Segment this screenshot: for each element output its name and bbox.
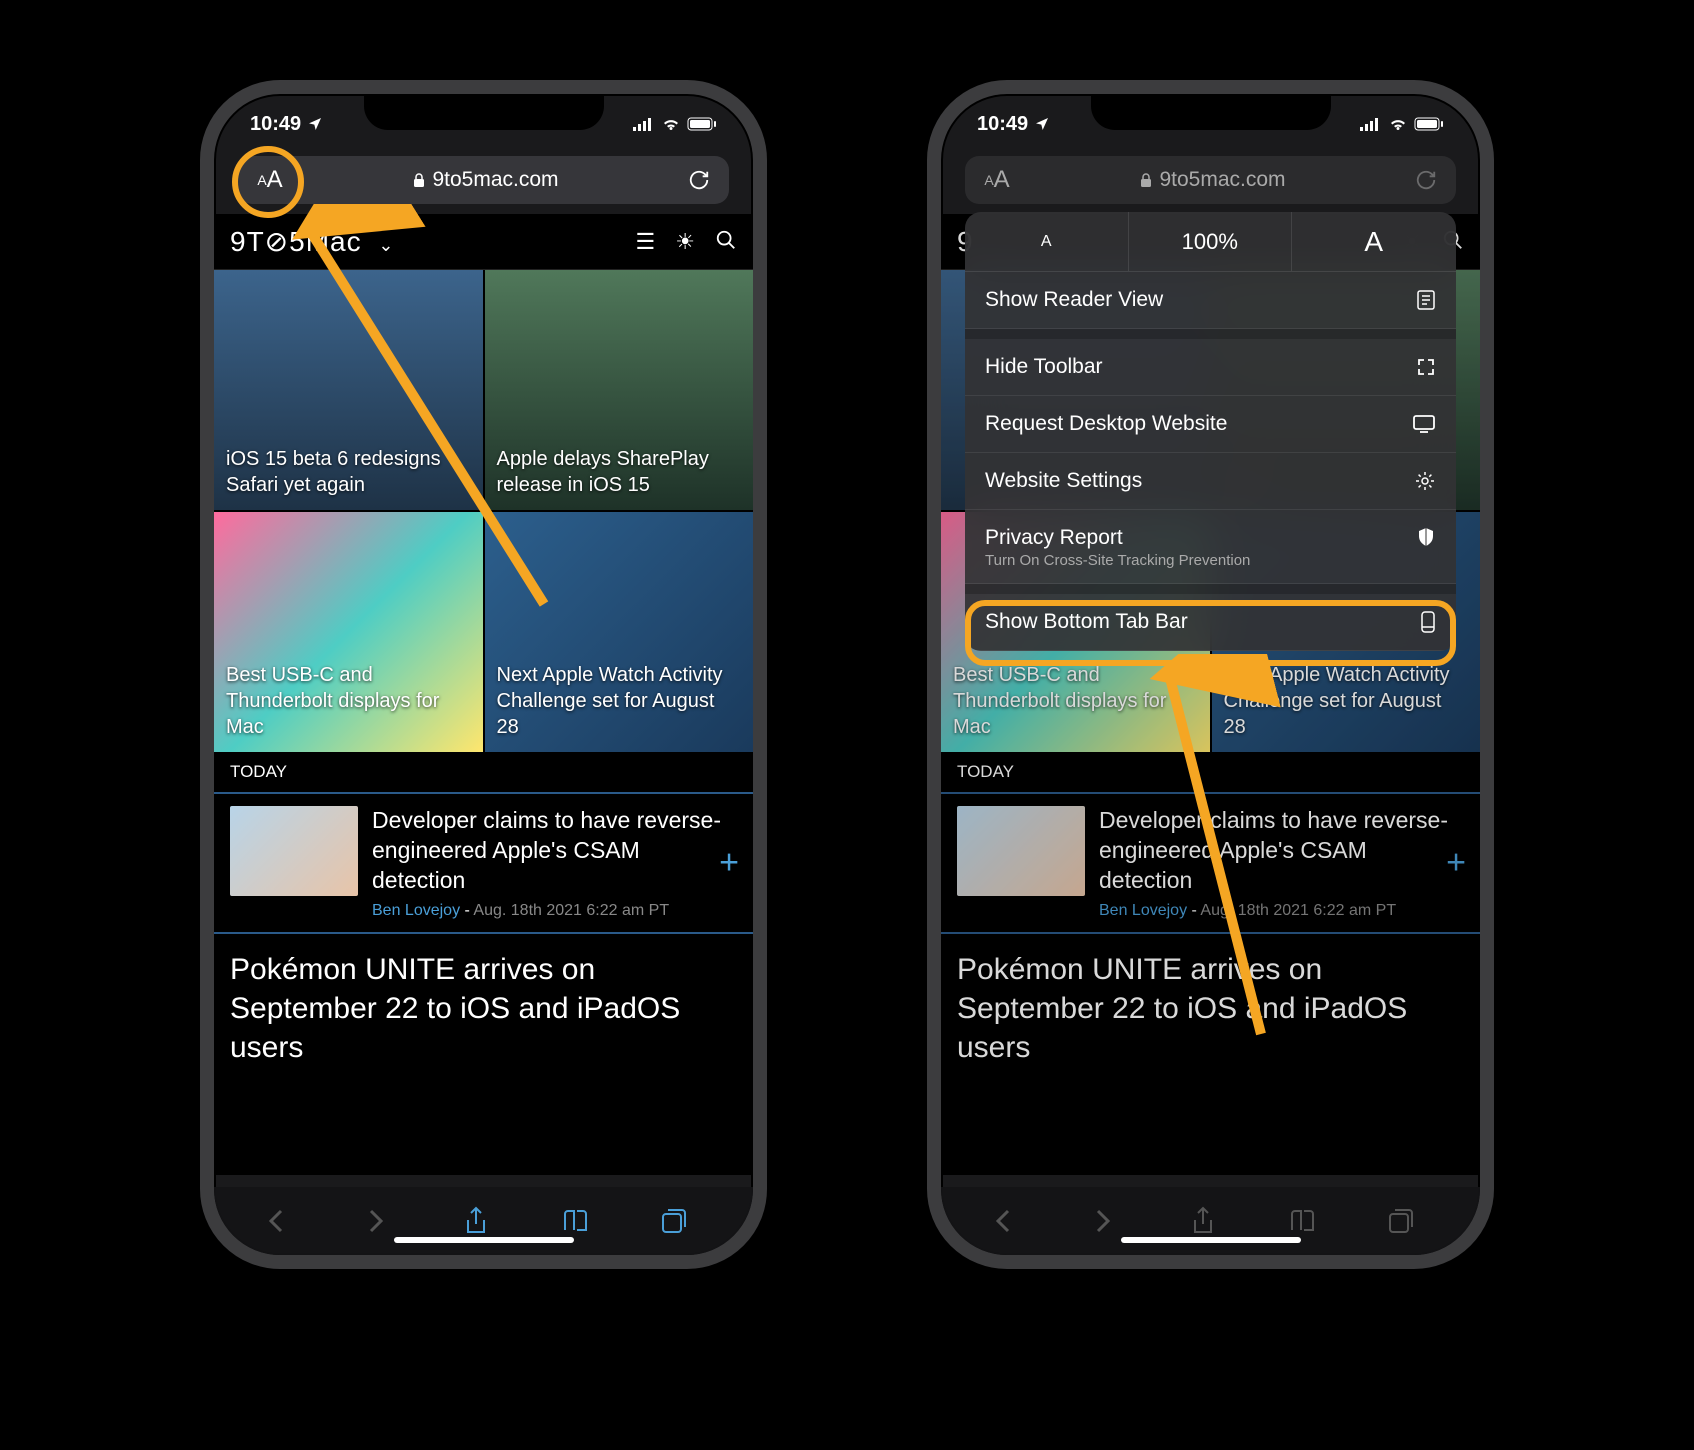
sun-icon[interactable]: ☀ bbox=[675, 229, 695, 255]
article-byline: Ben Lovejoy - Aug. 18th 2021 6:22 am PT bbox=[372, 902, 737, 920]
back-button[interactable] bbox=[267, 1207, 307, 1235]
section-label: TODAY bbox=[214, 752, 753, 792]
gear-icon bbox=[1414, 470, 1436, 492]
annotation-arrow bbox=[284, 204, 584, 624]
safari-toolbar bbox=[941, 1187, 1480, 1255]
reload-button[interactable] bbox=[1396, 169, 1456, 191]
status-time: 10:49 bbox=[250, 113, 301, 136]
text-size-aa-button[interactable]: AA bbox=[965, 166, 1029, 194]
share-button[interactable] bbox=[1190, 1206, 1230, 1236]
forward-button[interactable] bbox=[1092, 1207, 1132, 1235]
phone-mockup-left: 10:49 AA 9to5mac.com bbox=[200, 80, 767, 1269]
menu-item-website-settings[interactable]: Website Settings bbox=[965, 453, 1456, 510]
tabs-button[interactable] bbox=[660, 1207, 700, 1235]
menu-item-hide-toolbar[interactable]: Hide Toolbar bbox=[965, 339, 1456, 396]
bookmarks-button[interactable] bbox=[1289, 1208, 1329, 1234]
add-button[interactable]: + bbox=[719, 843, 739, 882]
zoom-in-button[interactable]: A bbox=[1292, 212, 1456, 271]
signal-bars-icon bbox=[633, 117, 655, 131]
article-title: Developer claims to have reverse-enginee… bbox=[372, 806, 737, 896]
battery-full-icon bbox=[687, 117, 717, 131]
menu-item-privacy-report[interactable]: Privacy Report Turn On Cross-Site Tracki… bbox=[965, 510, 1456, 584]
article-thumbnail bbox=[957, 806, 1085, 896]
lock-icon bbox=[412, 172, 426, 188]
expand-icon bbox=[1416, 357, 1436, 377]
bookmarks-button[interactable] bbox=[562, 1208, 602, 1234]
location-arrow-icon bbox=[1034, 116, 1050, 132]
zoom-controls: A 100% A bbox=[965, 212, 1456, 272]
status-time: 10:49 bbox=[977, 113, 1028, 136]
reader-icon bbox=[1416, 289, 1436, 311]
tabs-button[interactable] bbox=[1387, 1207, 1427, 1235]
annotation-highlight-rect bbox=[965, 600, 1456, 666]
zoom-level-display[interactable]: 100% bbox=[1129, 212, 1293, 271]
article-thumbnail bbox=[230, 806, 358, 896]
location-arrow-icon bbox=[307, 116, 323, 132]
address-bar-url[interactable]: 9to5mac.com bbox=[302, 168, 669, 192]
headline[interactable]: Pokémon UNITE arrives on September 22 to… bbox=[214, 934, 753, 1083]
iphone-notch bbox=[364, 94, 604, 130]
back-button[interactable] bbox=[994, 1207, 1034, 1235]
annotation-arrow bbox=[1121, 654, 1321, 1054]
phone-mockup-right: 10:49 AA 9to5mac.com bbox=[927, 80, 1494, 1269]
home-indicator[interactable] bbox=[1121, 1237, 1301, 1243]
signal-bars-icon bbox=[1360, 117, 1382, 131]
article-card[interactable]: Developer claims to have reverse-enginee… bbox=[214, 792, 753, 934]
share-button[interactable] bbox=[463, 1206, 503, 1236]
text-size-popover-menu: A 100% A Show Reader View Hide Toolbar R… bbox=[965, 212, 1456, 651]
forward-button[interactable] bbox=[365, 1207, 405, 1235]
address-bar-url[interactable]: 9to5mac.com bbox=[1029, 168, 1396, 192]
wifi-icon bbox=[661, 117, 681, 131]
hamburger-icon[interactable]: ☰ bbox=[636, 229, 656, 255]
reload-button[interactable] bbox=[669, 169, 729, 191]
zoom-out-button[interactable]: A bbox=[965, 212, 1129, 271]
lock-icon bbox=[1139, 172, 1153, 188]
monitor-icon bbox=[1412, 414, 1436, 434]
menu-item-reader-view[interactable]: Show Reader View bbox=[965, 272, 1456, 329]
magnify-icon[interactable] bbox=[715, 229, 737, 255]
iphone-notch bbox=[1091, 94, 1331, 130]
wifi-icon bbox=[1388, 117, 1408, 131]
menu-item-request-desktop[interactable]: Request Desktop Website bbox=[965, 396, 1456, 453]
shield-icon bbox=[1416, 526, 1436, 548]
add-button[interactable]: + bbox=[1446, 843, 1466, 882]
safari-address-bar: AA 9to5mac.com bbox=[238, 156, 729, 204]
home-indicator[interactable] bbox=[394, 1237, 574, 1243]
safari-address-bar: AA 9to5mac.com bbox=[965, 156, 1456, 204]
battery-full-icon bbox=[1414, 117, 1444, 131]
safari-toolbar bbox=[214, 1187, 753, 1255]
